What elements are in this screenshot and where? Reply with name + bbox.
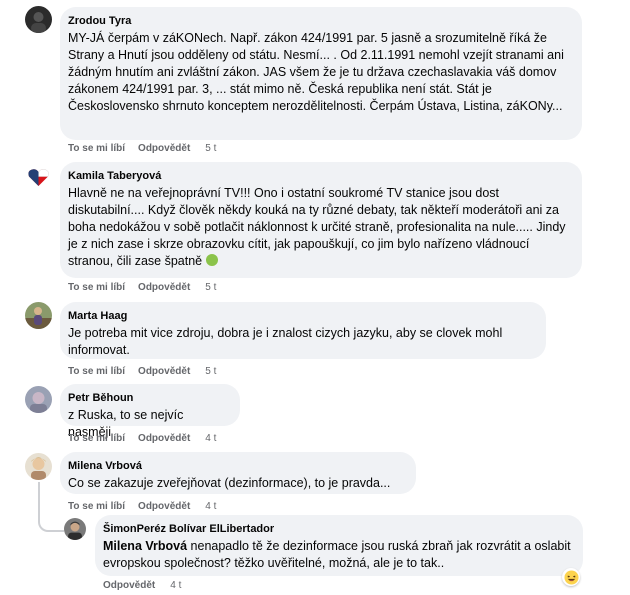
dark-photo-avatar-icon (25, 6, 52, 33)
comment-actions: Odpovědět 4 t (103, 580, 181, 591)
thread-connector (38, 482, 64, 532)
czech-flag-heart-avatar-icon (25, 163, 52, 190)
comment-author[interactable]: Kamila Taberyová (68, 169, 570, 183)
comment-time[interactable]: 5 t (205, 143, 216, 154)
reply-button[interactable]: Odpovědět (103, 580, 155, 591)
comment-text: Milena Vrbová nenapadlo tě že dezinforma… (103, 538, 571, 572)
comment-bubble: Zrodou Tyra MY-JÁ čerpám v záKONech. Nap… (60, 7, 582, 140)
like-button[interactable]: To se mi líbí (68, 282, 125, 293)
comment-author[interactable]: Zrodou Tyra (68, 14, 570, 28)
like-button[interactable]: To se mi líbí (68, 366, 125, 377)
like-button[interactable]: To se mi líbí (68, 433, 125, 444)
avatar[interactable] (25, 453, 52, 480)
comment-time[interactable]: 4 t (170, 580, 181, 591)
comment-text: MY-JÁ čerpám v záKONech. Např. zákon 424… (68, 31, 564, 113)
comment-actions: To se mi líbí Odpovědět 5 t (68, 366, 216, 377)
comment-text: Je potreba mit vice zdroju, dobra je i z… (68, 326, 503, 357)
man-photo-avatar-icon (64, 518, 86, 540)
avatar[interactable] (25, 6, 52, 33)
comment-time[interactable]: 4 t (205, 501, 216, 512)
nauseated-face-icon (205, 254, 218, 266)
comment-author[interactable]: Marta Haag (68, 309, 534, 323)
reply-button[interactable]: Odpovědět (138, 282, 190, 293)
like-button[interactable]: To se mi líbí (68, 501, 125, 512)
avatar[interactable] (25, 163, 52, 190)
mention-link[interactable]: Milena Vrbová (103, 539, 187, 553)
comment-text: Hlavně ne na veřejnoprávní TV!!! Ono i o… (68, 185, 570, 270)
reply-button[interactable]: Odpovědět (138, 501, 190, 512)
comment-author[interactable]: Petr Běhoun (68, 391, 228, 405)
comment-actions: To se mi líbí Odpovědět 5 t (68, 282, 216, 293)
comment-author[interactable]: Milena Vrbová (68, 459, 404, 473)
avatar[interactable] (64, 518, 86, 540)
comment-actions: To se mi líbí Odpovědět 5 t (68, 143, 216, 154)
comment-time[interactable]: 5 t (205, 366, 216, 377)
outdoor-photo-avatar-icon (25, 302, 52, 329)
comment-author[interactable]: ŠimonPeréz Bolívar ElLibertador (103, 522, 571, 536)
reply-button[interactable]: Odpovědět (138, 433, 190, 444)
comment-text-content: Hlavně ne na veřejnoprávní TV!!! Ono i o… (68, 186, 566, 268)
avatar[interactable] (25, 302, 52, 329)
comment-bubble: Petr Běhoun z Ruska, to se nejvíc nasměj… (60, 384, 240, 439)
comment-time[interactable]: 4 t (205, 433, 216, 444)
comment-bubble: ŠimonPeréz Bolívar ElLibertador Milena V… (95, 515, 583, 576)
comment-actions: To se mi líbí Odpovědět 4 t (68, 501, 216, 512)
avatar[interactable] (25, 386, 52, 413)
comment-time[interactable]: 5 t (205, 282, 216, 293)
comment-bubble: Milena Vrbová Co se zakazuje zveřejňovat… (60, 452, 416, 494)
portrait-photo-avatar-icon (25, 453, 52, 480)
like-button[interactable]: To se mi líbí (68, 143, 125, 154)
comment-text: Co se zakazuje zveřejňovat (dezinformace… (68, 476, 391, 490)
reply-button[interactable]: Odpovědět (138, 143, 190, 154)
blurred-photo-avatar-icon (25, 386, 52, 413)
laughing-face-icon (563, 569, 579, 585)
reply-button[interactable]: Odpovědět (138, 366, 190, 377)
comment-bubble: Marta Haag Je potreba mit vice zdroju, d… (60, 302, 546, 359)
reaction-badge[interactable] (562, 568, 580, 586)
comment-bubble: Kamila Taberyová Hlavně ne na veřejnoprá… (60, 162, 582, 278)
comment-actions: To se mi líbí Odpovědět 4 t (68, 433, 216, 444)
